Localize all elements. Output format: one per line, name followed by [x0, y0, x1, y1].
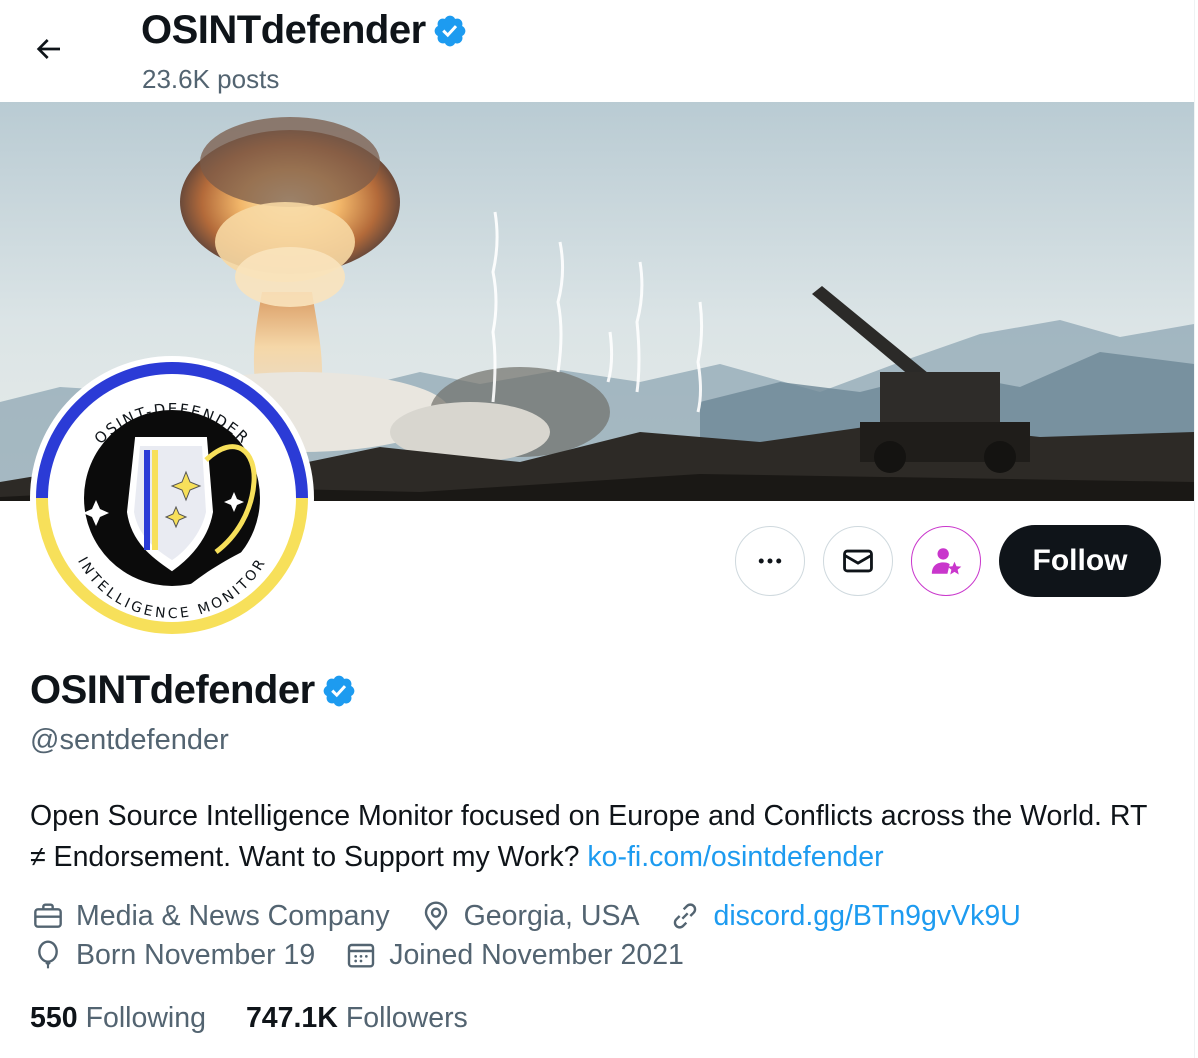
link-icon [667, 898, 703, 934]
followers-stat[interactable]: 747.1K Followers [246, 1002, 468, 1035]
profile-bio: Open Source Intelligence Monitor focused… [30, 796, 1150, 878]
birthday-text: Born November 19 [76, 938, 316, 971]
user-handle: @sentdefender [30, 724, 229, 756]
header-title: OSINTdefender [141, 8, 468, 53]
joined-item: Joined November 2021 [343, 937, 684, 973]
more-button[interactable] [735, 526, 805, 596]
website-link[interactable]: discord.gg/BTn9gvVk9U [713, 900, 1020, 933]
location-item: Georgia, USA [418, 898, 640, 934]
map-pin-icon [418, 898, 454, 934]
bio-link[interactable]: ko-fi.com/osintdefender [587, 841, 883, 873]
joined-text: Joined November 2021 [389, 938, 684, 971]
profile-meta-row-2: Born November 19 Joined November 2021 [30, 937, 712, 973]
birthday-item: Born November 19 [30, 937, 315, 973]
website-item: discord.gg/BTn9gvVk9U [667, 898, 1021, 934]
balloon-icon [30, 937, 66, 973]
envelope-icon [843, 549, 873, 573]
column-divider [1194, 0, 1195, 1058]
back-button[interactable] [22, 26, 74, 72]
category-item: Media & News Company [30, 898, 390, 934]
category-text: Media & News Company [76, 899, 390, 932]
osint-defender-logo: OSINT-DEFENDER INTELLIGENCE MONITOR [36, 362, 308, 634]
following-label: Following [85, 1002, 206, 1034]
following-count: 550 [30, 1002, 78, 1034]
followers-label: Followers [345, 1002, 468, 1034]
verified-badge-icon [434, 15, 466, 46]
profile-header: OSINTdefender 23.6K posts [0, 0, 1194, 102]
arrow-left-icon [36, 39, 60, 59]
follow-button[interactable]: Follow [999, 525, 1161, 597]
followers-count: 747.1K [245, 1002, 338, 1034]
more-dots-icon [758, 558, 782, 564]
display-name: OSINTdefender [30, 668, 357, 713]
profile-meta-row-1: Media & News Company Georgia, USA discor… [30, 898, 1049, 934]
post-count: 23.6K posts [142, 64, 280, 94]
following-stat[interactable]: 550 Following [30, 1002, 206, 1035]
location-text: Georgia, USA [463, 899, 640, 932]
display-name-text: OSINTdefender [30, 668, 315, 712]
header-name: OSINTdefender [141, 8, 426, 52]
message-button[interactable] [823, 526, 893, 596]
calendar-icon [343, 937, 379, 973]
briefcase-icon [30, 898, 66, 934]
verified-badge-icon[interactable] [321, 673, 357, 709]
subscribe-button[interactable] [911, 526, 981, 596]
person-star-icon [931, 548, 962, 575]
follow-stats: 550 Following 747.1K Followers [30, 1002, 508, 1035]
profile-avatar[interactable]: OSINT-DEFENDER INTELLIGENCE MONITOR [30, 356, 314, 640]
